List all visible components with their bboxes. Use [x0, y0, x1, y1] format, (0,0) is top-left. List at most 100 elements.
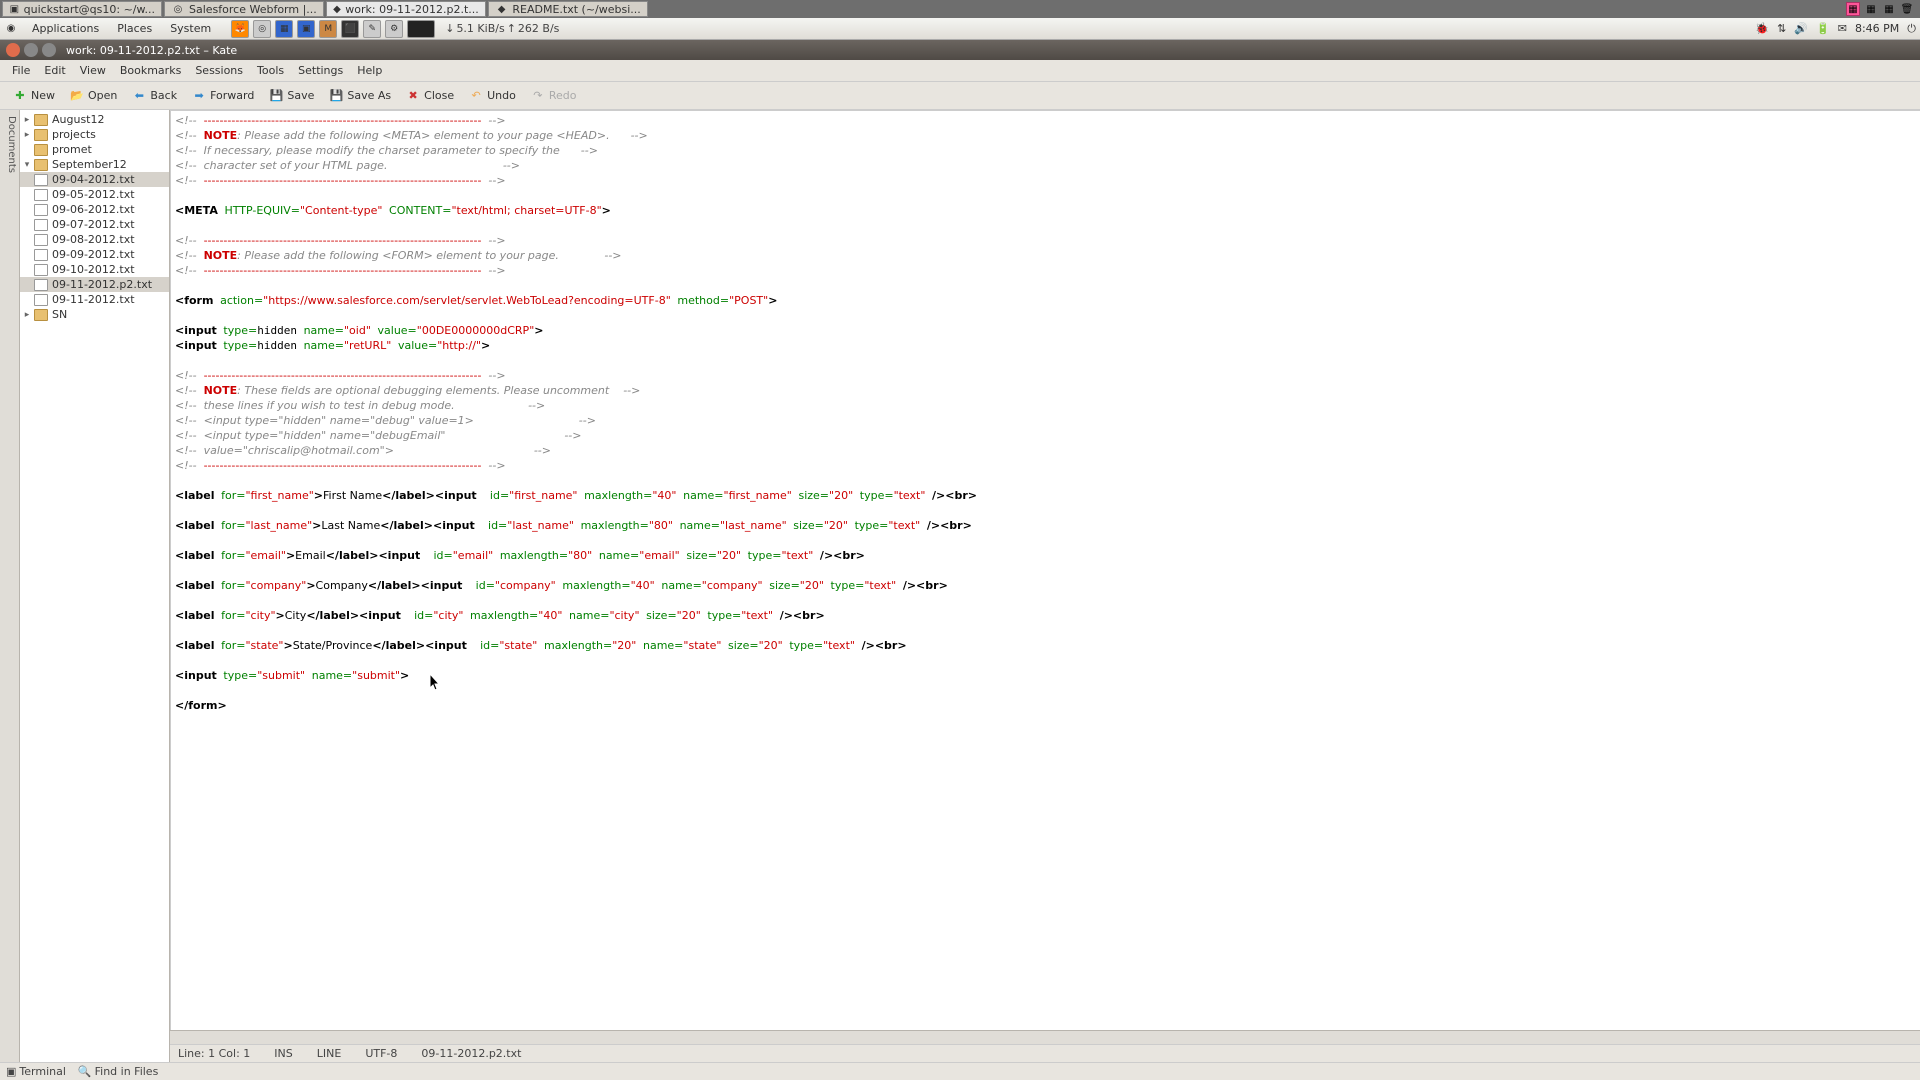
menu-tools[interactable]: Tools: [251, 62, 290, 79]
tool-launcher-icon[interactable]: ✎: [363, 20, 381, 38]
file-icon: [34, 249, 48, 261]
saveas-button[interactable]: 💾Save As: [322, 86, 397, 106]
window-minimize-button[interactable]: [24, 43, 38, 57]
back-button[interactable]: ⬅Back: [125, 86, 183, 106]
code-val: "20": [717, 549, 741, 562]
firefox-launcher-icon[interactable]: 🦊: [231, 20, 249, 38]
main-area: Documents ▸August12 ▸projects promet ▾Se…: [0, 110, 1920, 1062]
terminal-toolview-button[interactable]: ▣Terminal: [6, 1065, 66, 1078]
collapse-icon[interactable]: ▸: [22, 115, 32, 125]
back-button-label: Back: [150, 89, 177, 102]
taskbar-tab-terminal[interactable]: ▣quickstart@qs10: ~/w...: [2, 1, 162, 17]
power-icon[interactable]: ⏻: [1907, 22, 1916, 36]
workspace-pager[interactable]: ▦: [1864, 2, 1878, 16]
tree-folder-august[interactable]: ▸August12: [20, 112, 169, 127]
code-val: "city": [245, 609, 275, 622]
open-button[interactable]: 📂Open: [63, 86, 123, 106]
forward-button[interactable]: ➡Forward: [185, 86, 260, 106]
collapse-icon[interactable]: ▸: [22, 130, 32, 140]
workspace-switcher[interactable]: ▦: [1846, 2, 1860, 16]
tree-file[interactable]: 09-04-2012.txt: [20, 172, 169, 187]
expand-icon[interactable]: ▾: [22, 160, 32, 170]
status-ins[interactable]: INS: [274, 1047, 292, 1060]
code-attr: CONTENT=: [389, 204, 451, 217]
menu-bookmarks[interactable]: Bookmarks: [114, 62, 187, 79]
collapse-icon[interactable]: ▸: [22, 310, 32, 320]
code-val: "Content-type": [300, 204, 382, 217]
horizontal-scrollbar[interactable]: [170, 1030, 1920, 1044]
battery-tray-icon[interactable]: 🔋: [1816, 22, 1830, 35]
taskbar-right-controls: ▦ ▦ ▦ 🗑: [1846, 2, 1918, 16]
tree-file-current[interactable]: 09-11-2012.p2.txt: [20, 277, 169, 292]
tree-file[interactable]: 09-08-2012.txt: [20, 232, 169, 247]
editor-content[interactable]: <!-- -----------------------------------…: [171, 111, 1920, 715]
menu-view[interactable]: View: [74, 62, 112, 79]
bug-tray-icon[interactable]: 🐞: [1755, 22, 1769, 35]
taskbar-tab-kate[interactable]: ◆work: 09-11-2012.p2.t...: [326, 1, 486, 17]
app-launcher-icon[interactable]: ▦: [275, 20, 293, 38]
virtualbox-launcher-icon[interactable]: ▣: [297, 20, 315, 38]
download-icon: ↓: [445, 22, 454, 35]
menu-sessions[interactable]: Sessions: [189, 62, 249, 79]
find-in-files-toolview-button[interactable]: 🔍Find in Files: [78, 1065, 158, 1078]
taskbar-tab-browser[interactable]: ◎Salesforce Webform |...: [164, 1, 324, 17]
netspeed-applet: ↓5.1 KiB/s ↑262 B/s: [445, 22, 559, 35]
menu-help[interactable]: Help: [351, 62, 388, 79]
applications-menu[interactable]: Applications: [28, 20, 103, 37]
monitor-launcher-icon[interactable]: [407, 20, 435, 38]
clock[interactable]: 8:46 PM: [1855, 22, 1899, 35]
tree-file[interactable]: 09-07-2012.txt: [20, 217, 169, 232]
taskbar-tab-label: README.txt (~/websi...: [512, 3, 640, 16]
menu-edit[interactable]: Edit: [38, 62, 71, 79]
editor-scroll[interactable]: <!-- -----------------------------------…: [170, 110, 1920, 1030]
places-menu[interactable]: Places: [113, 20, 156, 37]
new-button[interactable]: ✚New: [6, 86, 61, 106]
undo-button[interactable]: ↶Undo: [462, 86, 522, 106]
text-file-icon: ◆: [495, 2, 509, 16]
distro-logo-icon[interactable]: ◉: [4, 22, 18, 36]
menu-file[interactable]: File: [6, 62, 36, 79]
tree-file[interactable]: 09-10-2012.txt: [20, 262, 169, 277]
code-val: "20": [829, 489, 853, 502]
code-val: "http://": [437, 339, 481, 352]
file-icon: [34, 174, 48, 186]
documents-sidebar-tab[interactable]: Documents: [0, 110, 20, 1062]
workspace-pager-2[interactable]: ▦: [1882, 2, 1896, 16]
tree-file[interactable]: 09-05-2012.txt: [20, 187, 169, 202]
code-val: "00DE0000000dCRP": [417, 324, 534, 337]
phpmyadmin-launcher-icon[interactable]: M: [319, 20, 337, 38]
redo-button[interactable]: ↷Redo: [524, 86, 583, 106]
menu-settings[interactable]: Settings: [292, 62, 349, 79]
network-tray-icon[interactable]: ⇅: [1777, 22, 1786, 35]
code-val: "text": [894, 489, 926, 502]
window-close-button[interactable]: [6, 43, 20, 57]
code-val: "20": [612, 639, 636, 652]
close-button[interactable]: ✖Close: [399, 86, 460, 106]
tool2-launcher-icon[interactable]: ⚙: [385, 20, 403, 38]
terminal-launcher-icon[interactable]: ⬛: [341, 20, 359, 38]
status-encoding[interactable]: UTF-8: [365, 1047, 397, 1060]
tree-file[interactable]: 09-11-2012.txt: [20, 292, 169, 307]
tree-folder-promet[interactable]: promet: [20, 142, 169, 157]
status-mode[interactable]: LINE: [317, 1047, 342, 1060]
save-button[interactable]: 💾Save: [262, 86, 320, 106]
tree-file-label: 09-11-2012.txt: [50, 293, 135, 306]
chrome-launcher-icon[interactable]: ◎: [253, 20, 271, 38]
folder-icon: [34, 129, 48, 141]
folder-icon: [34, 159, 48, 171]
documents-tree[interactable]: ▸August12 ▸projects promet ▾September12 …: [20, 110, 169, 1062]
trash-icon[interactable]: 🗑: [1900, 2, 1914, 16]
tree-file[interactable]: 09-06-2012.txt: [20, 202, 169, 217]
window-maximize-button[interactable]: [42, 43, 56, 57]
titlebar[interactable]: work: 09-11-2012.p2.txt – Kate: [0, 40, 1920, 60]
volume-tray-icon[interactable]: 🔊: [1794, 22, 1808, 35]
system-menu[interactable]: System: [166, 20, 215, 37]
kate-icon: ◆: [333, 2, 341, 16]
tree-folder-sn[interactable]: ▸SN: [20, 307, 169, 322]
tree-folder-projects[interactable]: ▸projects: [20, 127, 169, 142]
tree-folder-september[interactable]: ▾September12: [20, 157, 169, 172]
tree-file[interactable]: 09-09-2012.txt: [20, 247, 169, 262]
code-val: "first_name": [724, 489, 792, 502]
taskbar-tab-readme[interactable]: ◆README.txt (~/websi...: [488, 1, 648, 17]
mail-tray-icon[interactable]: ✉: [1838, 22, 1847, 35]
